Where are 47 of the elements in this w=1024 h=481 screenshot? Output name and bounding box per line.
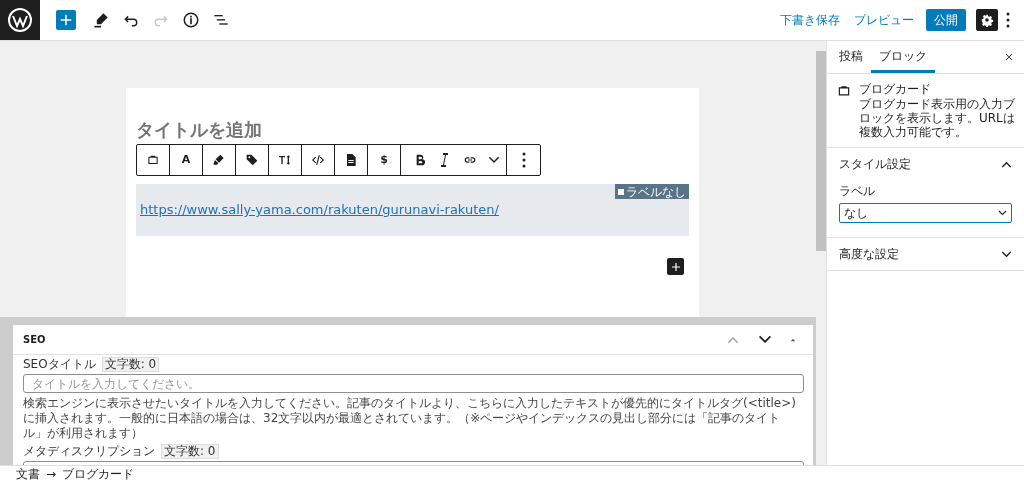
breadcrumb-separator: →: [46, 465, 57, 481]
field-label: メタディスクリプション: [23, 444, 155, 459]
chevron-down-icon: [758, 335, 772, 344]
panel-header[interactable]: 高度な設定: [839, 238, 1012, 270]
sidebar-tab[interactable]: ブロック: [871, 41, 935, 73]
checkbox-icon: [618, 188, 624, 195]
tag-icon: [244, 152, 260, 168]
title-placeholder[interactable]: タイトルを追加: [136, 118, 262, 142]
block-description: ブログカード表示用の入力ブロックを表示します。URLは複数入力可能です。: [859, 97, 1016, 139]
pen-icon: [91, 10, 111, 30]
breadcrumb-link[interactable]: ブログカード: [62, 464, 135, 481]
block-name: ブログカード: [859, 82, 932, 96]
label-select[interactable]: なし: [839, 203, 1012, 223]
chevron-up-icon: [1001, 160, 1012, 168]
gear-icon: [980, 13, 994, 27]
panel-header[interactable]: スタイル設定: [839, 148, 1012, 180]
italic-icon: [440, 152, 449, 168]
field-label: ラベル: [839, 183, 876, 200]
chevron-up-icon: [727, 335, 739, 344]
chevron-down-icon: [1001, 250, 1012, 258]
code-icon: [310, 152, 326, 168]
add-block-button[interactable]: [667, 258, 684, 275]
wordpress-logo[interactable]: [0, 0, 40, 40]
toolbar-button[interactable]: A: [170, 145, 203, 175]
sidebar-tab[interactable]: 投稿: [831, 41, 871, 73]
panel-title: SEO: [23, 333, 47, 347]
text-input[interactable]: タイトルを入力してください。: [23, 374, 804, 393]
field-label: SEOタイトル: [23, 357, 96, 372]
more-icon: [521, 152, 526, 168]
close-icon: [1003, 51, 1015, 63]
toolbar-button[interactable]: $: [368, 145, 401, 175]
label-badge: ラベルなし: [615, 184, 689, 199]
blog-card-block[interactable]: https://www.sally-yama.com/rakuten/gurunavi-rakuten/ ラベルなし: [136, 184, 689, 236]
settings-button[interactable]: [976, 9, 998, 31]
character-count: 文字数: 0: [161, 444, 219, 459]
url-link[interactable]: https://www.sally-yama.com/rakuten/gurunavi-rakuten/: [140, 202, 499, 217]
breadcrumb-link[interactable]: 文書: [16, 464, 40, 481]
save-draft-link[interactable]: 下書き保存: [780, 11, 840, 29]
scrollbar-thumb[interactable]: [816, 51, 826, 251]
character-count: 文字数: 0: [101, 357, 160, 372]
chevron-down-icon: [488, 156, 500, 164]
help-text: 検索エンジンに表示させたいタイトルを入力してください。記事のタイトルより、こちらに入力したテキストが優先的にタイトルタグ(<title>)に挿入されます。一般的に日本語の場合は、32文字以内が最適とされています。（※ページやインデックスの見出し部分には「記事のタイトル」が利用されます）: [23, 396, 797, 441]
chevron-down-icon: [998, 210, 1007, 216]
info-icon: [181, 10, 201, 30]
more-icon: [1006, 12, 1010, 28]
preview-link[interactable]: プレビュー: [854, 11, 914, 29]
publish-button[interactable]: 公開: [926, 9, 966, 31]
